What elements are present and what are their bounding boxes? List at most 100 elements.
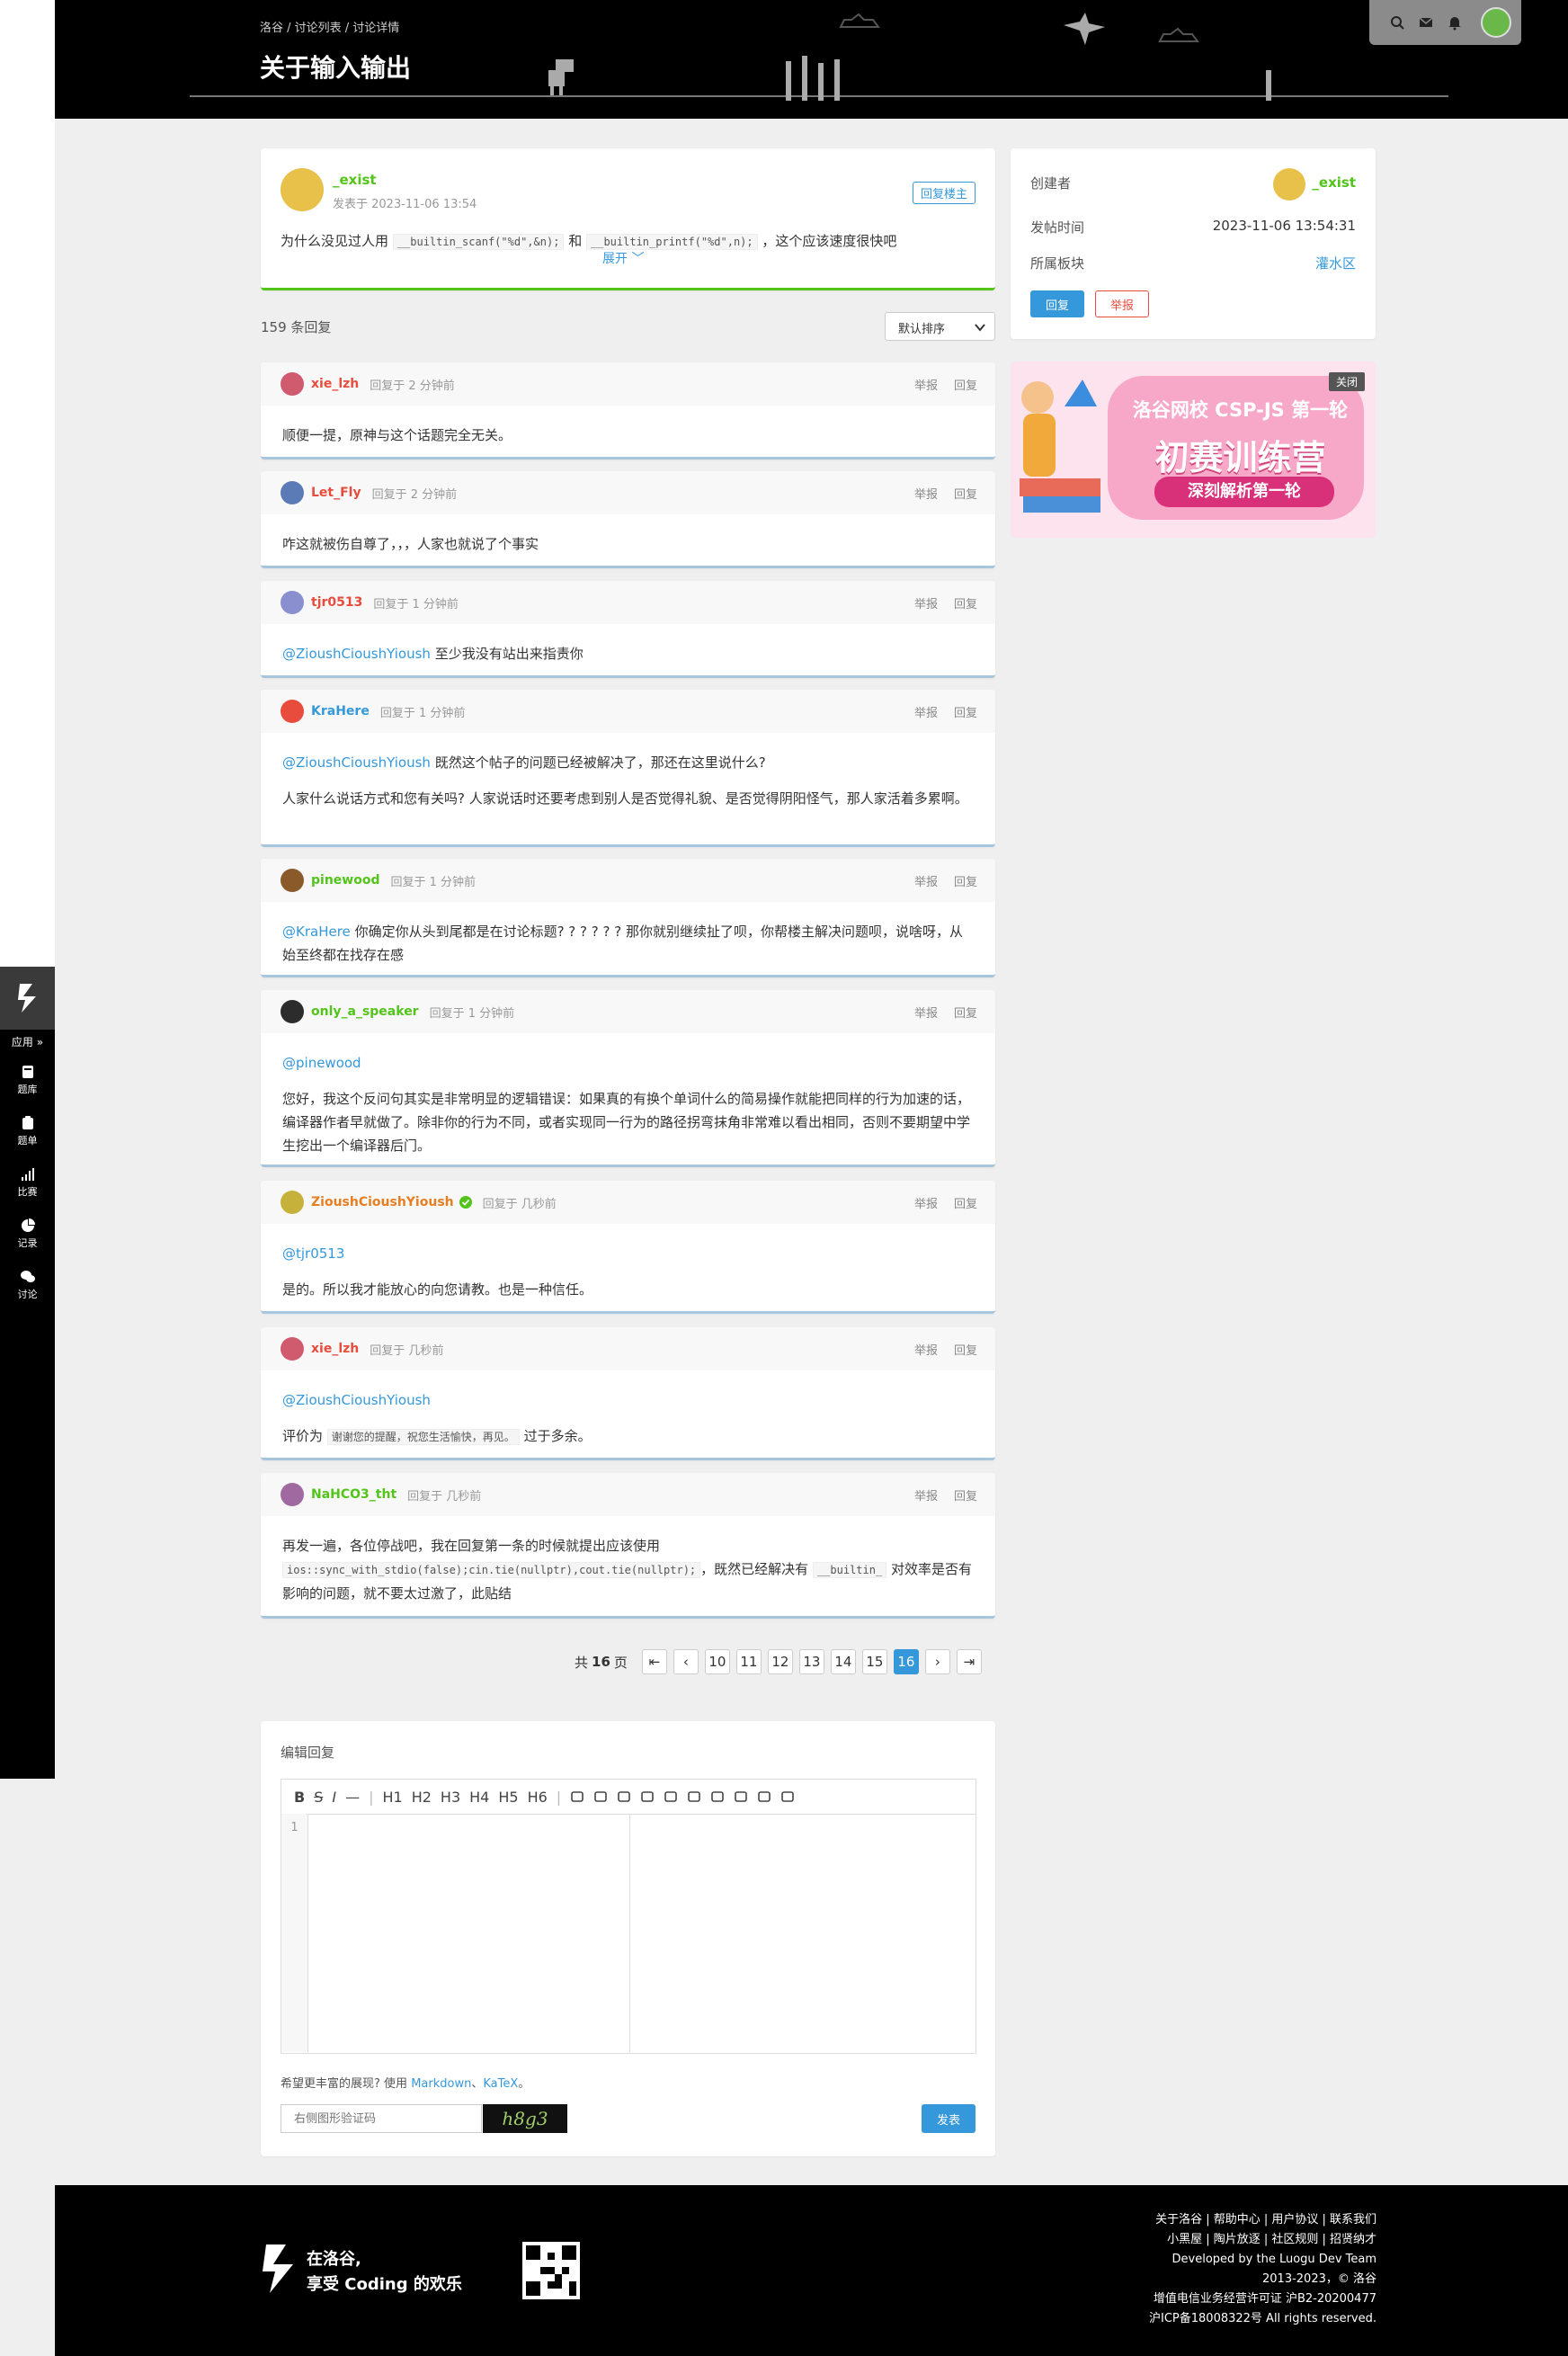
- reply-username[interactable]: KraHere: [311, 704, 370, 718]
- reply-link[interactable]: 回复: [954, 876, 977, 889]
- toolbar-button[interactable]: H2: [412, 1789, 432, 1806]
- table-icon[interactable]: [687, 1789, 701, 1804]
- ad-banner[interactable]: 洛谷网校 CSP-JS 第一轮 初赛训练营 深刻解析第一轮 关闭: [1011, 361, 1376, 538]
- last-page-button[interactable]: ⇥: [956, 1649, 982, 1674]
- mention-link[interactable]: @ZioushCioushYioush: [282, 1392, 431, 1408]
- toolbar-button[interactable]: S: [314, 1789, 323, 1806]
- info-icon[interactable]: [780, 1789, 795, 1804]
- luogu-logo[interactable]: [0, 967, 55, 1030]
- page-button[interactable]: 10: [704, 1649, 730, 1674]
- toolbar-button[interactable]: B: [294, 1789, 305, 1806]
- reply-link[interactable]: 回复: [954, 1490, 977, 1504]
- footer-links-row[interactable]: 小黑屋 | 陶片放逐 | 社区规则 | 招贤纳才: [1149, 2230, 1376, 2250]
- creator-name[interactable]: _exist: [1312, 174, 1356, 191]
- page-button[interactable]: 12: [767, 1649, 793, 1674]
- footer-links-row[interactable]: 关于洛谷 | 帮助中心 | 用户协议 | 联系我们: [1149, 2210, 1376, 2230]
- page-button[interactable]: 14: [830, 1649, 856, 1674]
- captcha-image[interactable]: h8g3: [483, 2104, 567, 2133]
- sort-select[interactable]: 默认排序: [885, 312, 995, 341]
- mention-link[interactable]: @KraHere: [282, 924, 351, 940]
- user-avatar[interactable]: [281, 372, 304, 396]
- toolbar-button[interactable]: H3: [441, 1789, 460, 1806]
- reply-username[interactable]: xie_lzh: [311, 377, 359, 391]
- markdown-link[interactable]: Markdown: [411, 2077, 471, 2091]
- bell-icon[interactable]: [1447, 14, 1463, 31]
- image-icon[interactable]: [617, 1789, 631, 1804]
- breadcrumb[interactable]: 洛谷 / 讨论列表 / 讨论详情: [260, 18, 399, 35]
- author-avatar[interactable]: [281, 168, 324, 211]
- submit-button[interactable]: 发表: [922, 2104, 976, 2133]
- report-link[interactable]: 举报: [914, 1490, 938, 1504]
- katex-link[interactable]: KaTeX: [483, 2077, 518, 2091]
- toolbar-button[interactable]: I: [332, 1789, 336, 1806]
- lock-icon[interactable]: [757, 1789, 771, 1804]
- report-link[interactable]: 举报: [914, 379, 938, 393]
- report-link[interactable]: 举报: [914, 876, 938, 889]
- toolbar-button[interactable]: H5: [498, 1789, 518, 1806]
- search-icon[interactable]: [1389, 14, 1405, 31]
- page-button[interactable]: 16: [893, 1649, 919, 1674]
- mention-link[interactable]: @tjr0513: [282, 1245, 344, 1262]
- reply-link[interactable]: 回复: [954, 1198, 977, 1211]
- user-avatar[interactable]: [281, 869, 304, 892]
- apps-toggle[interactable]: 应用 »: [0, 1034, 55, 1049]
- report-link[interactable]: 举报: [914, 1344, 938, 1358]
- mention-link[interactable]: @ZioushCioushYioush: [282, 646, 431, 662]
- reply-username[interactable]: pinewood: [311, 873, 379, 888]
- list-ul-icon[interactable]: [570, 1789, 584, 1804]
- reply-link[interactable]: 回复: [954, 598, 977, 611]
- list-ol-icon[interactable]: [593, 1789, 608, 1804]
- mention-link[interactable]: @ZioushCioushYioush: [282, 754, 431, 771]
- toolbar-button[interactable]: H6: [528, 1789, 548, 1806]
- report-link[interactable]: 举报: [914, 488, 938, 502]
- user-avatar[interactable]: [1481, 7, 1511, 38]
- eye-icon[interactable]: [710, 1789, 725, 1804]
- report-link[interactable]: 举报: [914, 598, 938, 611]
- code-icon[interactable]: [664, 1789, 678, 1804]
- reply-username[interactable]: NaHCO3_tht: [311, 1487, 396, 1502]
- reply-author-button[interactable]: 回复楼主: [912, 182, 976, 204]
- editor-input[interactable]: [309, 1814, 630, 2052]
- report-link[interactable]: 举报: [914, 707, 938, 720]
- user-avatar[interactable]: [281, 1000, 304, 1023]
- user-avatar[interactable]: [281, 700, 304, 723]
- page-button[interactable]: 11: [735, 1649, 762, 1674]
- reply-username[interactable]: ZioushCioushYioush: [311, 1195, 454, 1209]
- toolbar-button[interactable]: H1: [382, 1789, 402, 1806]
- reply-link[interactable]: 回复: [954, 1007, 977, 1021]
- next-page-button[interactable]: ›: [924, 1649, 950, 1674]
- sidebar-item-records[interactable]: 记录: [0, 1218, 55, 1250]
- board-link[interactable]: 灌水区: [1315, 254, 1356, 272]
- toolbar-button[interactable]: H4: [469, 1789, 489, 1806]
- mention-link[interactable]: @pinewood: [282, 1055, 361, 1071]
- reply-username[interactable]: Let_Fly: [311, 486, 361, 500]
- report-button[interactable]: 举报: [1095, 290, 1149, 317]
- user-avatar[interactable]: [281, 1483, 304, 1506]
- report-link[interactable]: 举报: [914, 1198, 938, 1211]
- sidebar-item-discuss[interactable]: 讨论: [0, 1269, 55, 1301]
- sidebar-item-contests[interactable]: 比赛: [0, 1166, 55, 1199]
- captcha-input[interactable]: [281, 2104, 482, 2133]
- page-button[interactable]: 15: [861, 1649, 887, 1674]
- prev-page-button[interactable]: ‹: [673, 1649, 699, 1674]
- expand-button[interactable]: 展开 ﹀: [602, 249, 644, 267]
- reply-link[interactable]: 回复: [954, 379, 977, 393]
- page-button[interactable]: 13: [798, 1649, 824, 1674]
- reply-username[interactable]: tjr0513: [311, 595, 362, 610]
- user-avatar[interactable]: [281, 591, 304, 614]
- reply-link[interactable]: 回复: [954, 488, 977, 502]
- user-avatar[interactable]: [281, 481, 304, 504]
- creator-avatar[interactable]: [1273, 168, 1305, 201]
- toolbar-button[interactable]: —: [345, 1789, 360, 1806]
- reply-username[interactable]: only_a_speaker: [311, 1004, 419, 1019]
- post-author[interactable]: _exist: [333, 172, 377, 188]
- user-avatar[interactable]: [281, 1191, 304, 1214]
- report-link[interactable]: 举报: [914, 1007, 938, 1021]
- mail-icon[interactable]: [1418, 14, 1434, 31]
- user-avatar[interactable]: [281, 1337, 304, 1361]
- reply-button[interactable]: 回复: [1030, 290, 1084, 317]
- sidebar-item-problems[interactable]: 题库: [0, 1064, 55, 1096]
- reply-link[interactable]: 回复: [954, 707, 977, 720]
- reply-link[interactable]: 回复: [954, 1344, 977, 1358]
- first-page-button[interactable]: ⇤: [641, 1649, 667, 1674]
